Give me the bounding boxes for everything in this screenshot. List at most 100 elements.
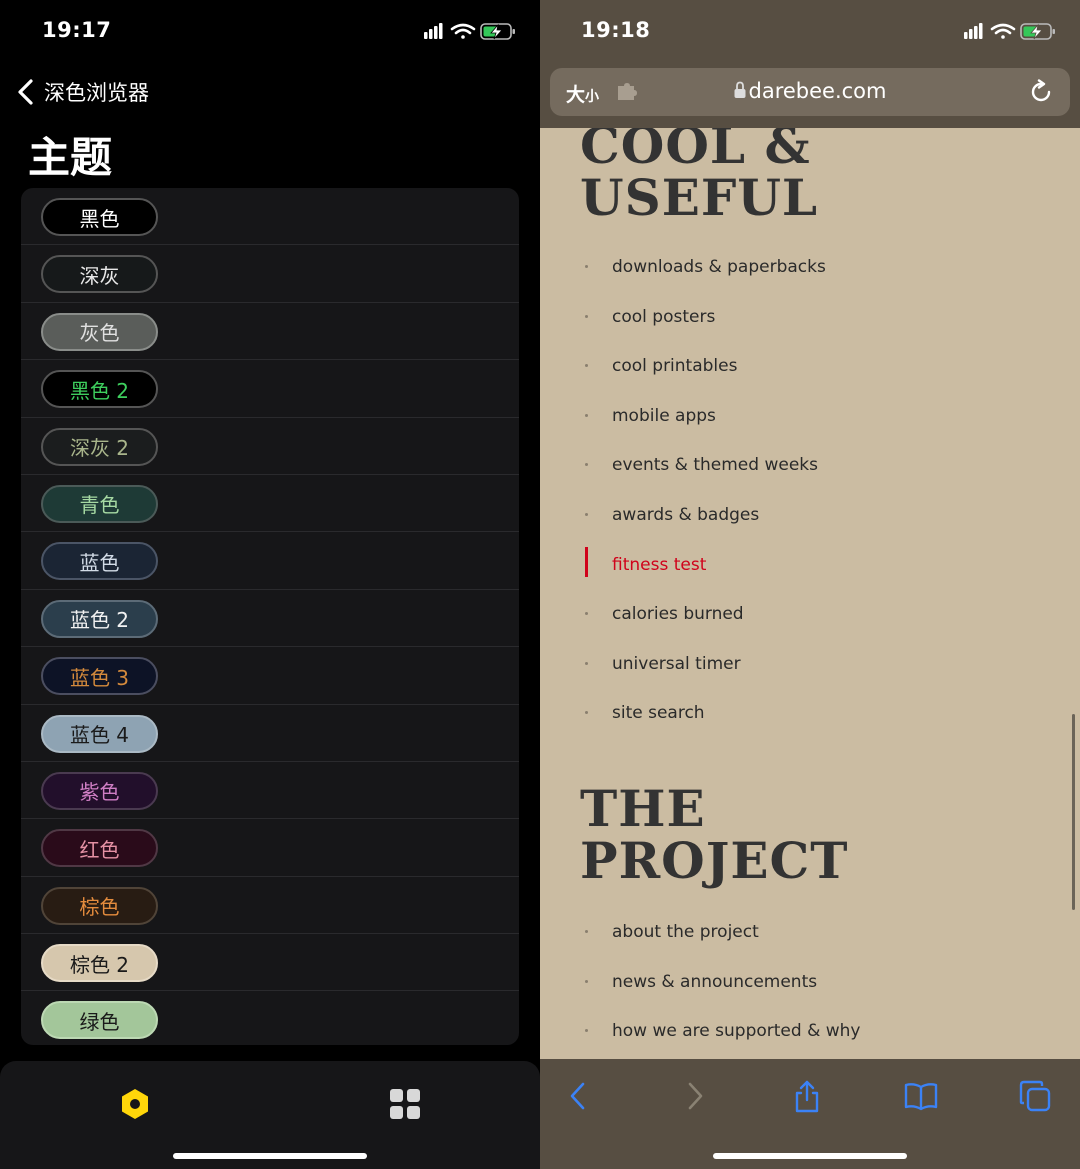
theme-pill[interactable]: 黑色 bbox=[41, 198, 158, 236]
menu-link[interactable]: site search bbox=[540, 701, 1080, 751]
bullet-dot bbox=[585, 364, 588, 368]
theme-pill[interactable]: 深灰 2 bbox=[41, 427, 158, 466]
forward-chevron-icon bbox=[688, 1082, 703, 1110]
bullet-dot bbox=[585, 612, 588, 616]
theme-row[interactable]: 棕色 2 bbox=[21, 934, 519, 992]
wifi-icon bbox=[450, 23, 476, 39]
theme-row[interactable]: 蓝色 2 bbox=[21, 590, 519, 648]
bullet-dot bbox=[585, 314, 588, 318]
theme-row[interactable]: 绿色 bbox=[21, 991, 519, 1045]
menu-link-label: calories burned bbox=[612, 604, 744, 625]
web-page-content: COOL & USEFUL downloads & paperbacks cool… bbox=[540, 128, 1080, 1059]
project-menu: about the project news & announcements how… bbox=[540, 920, 1080, 1059]
scrollbar[interactable] bbox=[1072, 714, 1075, 910]
browser-top-chrome: 19:18 大小 darebee.com bbox=[540, 0, 1080, 128]
theme-row[interactable]: 蓝色 bbox=[21, 532, 519, 590]
forward-button[interactable] bbox=[678, 1079, 712, 1113]
url-text: darebee.com bbox=[748, 79, 887, 103]
theme-pill[interactable]: 黑色 2 bbox=[41, 370, 158, 409]
menu-link-label: universal timer bbox=[612, 653, 741, 674]
battery-charging-icon bbox=[480, 23, 515, 40]
back-button-label: 深色浏览器 bbox=[44, 81, 149, 105]
hexagon-icon bbox=[122, 1089, 148, 1119]
menu-link[interactable]: universal timer bbox=[540, 652, 1080, 702]
left-phone-screen: 19:17 深色浏览器 主题 黑色 深灰 灰色 黑色 2 深灰 2 青色 蓝色 … bbox=[0, 0, 540, 1169]
address-bar[interactable]: 大小 darebee.com bbox=[550, 68, 1070, 116]
status-bar: 19:17 bbox=[0, 0, 540, 64]
status-time: 19:18 bbox=[581, 18, 651, 42]
status-icons bbox=[424, 23, 515, 40]
menu-link[interactable]: how we are supported & why bbox=[540, 1019, 1080, 1059]
bullet-dot bbox=[585, 413, 588, 417]
tabs-icon bbox=[1019, 1080, 1051, 1112]
active-indicator bbox=[585, 546, 588, 577]
theme-pill[interactable]: 棕色 2 bbox=[41, 944, 158, 983]
theme-pill[interactable]: 棕色 bbox=[41, 886, 158, 925]
tab-apps[interactable] bbox=[388, 1087, 422, 1121]
menu-link-label: cool posters bbox=[612, 306, 716, 327]
theme-pill[interactable]: 蓝色 bbox=[41, 542, 158, 581]
section-heading-cool-useful: COOL & USEFUL bbox=[580, 128, 819, 227]
bullet-dot bbox=[585, 265, 588, 268]
home-indicator[interactable] bbox=[713, 1153, 907, 1159]
theme-row[interactable]: 深灰 bbox=[21, 245, 519, 303]
bullet-dot bbox=[585, 930, 588, 933]
bullet-dot bbox=[585, 661, 588, 665]
theme-pill[interactable]: 青色 bbox=[41, 484, 158, 523]
tab-bar bbox=[0, 1061, 540, 1169]
lock-icon bbox=[734, 81, 745, 98]
menu-link[interactable]: about the project bbox=[540, 920, 1080, 970]
theme-pill[interactable]: 深灰 bbox=[41, 255, 158, 294]
theme-row[interactable]: 青色 bbox=[21, 475, 519, 533]
menu-link[interactable]: news & announcements bbox=[540, 970, 1080, 1020]
tab-themes[interactable] bbox=[118, 1087, 152, 1121]
theme-pill[interactable]: 绿色 bbox=[41, 1001, 158, 1040]
menu-link-label: mobile apps bbox=[612, 405, 716, 426]
theme-pill[interactable]: 蓝色 4 bbox=[41, 714, 158, 753]
menu-link[interactable]: cool posters bbox=[540, 305, 1080, 355]
back-button[interactable]: 深色浏览器 bbox=[16, 76, 149, 108]
browser-toolbar bbox=[540, 1059, 1080, 1169]
menu-link-label: site search bbox=[612, 703, 705, 724]
bullet-dot bbox=[585, 979, 588, 983]
bookmarks-button[interactable] bbox=[904, 1079, 938, 1113]
share-icon bbox=[795, 1080, 819, 1113]
chevron-left-icon bbox=[18, 79, 33, 105]
grid-icon bbox=[390, 1089, 420, 1119]
menu-link[interactable]: mobile apps bbox=[540, 404, 1080, 454]
theme-row[interactable]: 蓝色 3 bbox=[21, 647, 519, 705]
cellular-signal-icon bbox=[964, 23, 983, 39]
theme-row[interactable]: 深灰 2 bbox=[21, 418, 519, 475]
theme-row[interactable]: 蓝色 4 bbox=[21, 705, 519, 762]
bullet-dot bbox=[585, 1029, 588, 1033]
right-phone-screen: 19:18 大小 darebee.com COOL & USEFUL downl… bbox=[540, 0, 1080, 1169]
menu-link[interactable]: events & themed weeks bbox=[540, 453, 1080, 503]
theme-pill[interactable]: 灰色 bbox=[41, 312, 158, 351]
menu-link[interactable]: downloads & paperbacks bbox=[540, 255, 1080, 305]
theme-row[interactable]: 黑色 2 bbox=[21, 360, 519, 418]
share-button[interactable] bbox=[790, 1079, 824, 1113]
theme-pill[interactable]: 红色 bbox=[41, 829, 158, 868]
theme-pill[interactable]: 蓝色 2 bbox=[41, 599, 158, 638]
theme-pill[interactable]: 紫色 bbox=[41, 771, 158, 810]
theme-row[interactable]: 棕色 bbox=[21, 877, 519, 935]
menu-link-label: cool printables bbox=[612, 356, 738, 377]
reload-icon[interactable] bbox=[1028, 79, 1054, 105]
home-indicator[interactable] bbox=[173, 1153, 367, 1159]
theme-row[interactable]: 灰色 bbox=[21, 303, 519, 361]
theme-pill[interactable]: 蓝色 3 bbox=[41, 657, 158, 696]
menu-link[interactable]: awards & badges bbox=[540, 503, 1080, 553]
menu-link-label: fitness test bbox=[612, 554, 707, 575]
menu-link[interactable]: calories burned bbox=[540, 602, 1080, 652]
theme-row[interactable]: 紫色 bbox=[21, 762, 519, 820]
bullet-dot bbox=[585, 711, 588, 715]
theme-list: 黑色深灰灰色黑色 2 深灰 2 青色蓝色蓝色 2 蓝色 3 蓝色 4 紫色红色棕色棕色 2… bbox=[21, 188, 519, 1045]
tabs-button[interactable] bbox=[1018, 1079, 1052, 1113]
theme-row[interactable]: 红色 bbox=[21, 819, 519, 877]
back-button[interactable] bbox=[561, 1079, 595, 1113]
theme-row[interactable]: 黑色 bbox=[21, 188, 519, 246]
url-display[interactable]: darebee.com bbox=[550, 79, 1070, 103]
menu-link[interactable]: cool printables bbox=[540, 354, 1080, 404]
menu-link[interactable]: fitness test bbox=[540, 546, 1080, 603]
cool-useful-menu: downloads & paperbacks cool posters cool p… bbox=[540, 255, 1080, 751]
